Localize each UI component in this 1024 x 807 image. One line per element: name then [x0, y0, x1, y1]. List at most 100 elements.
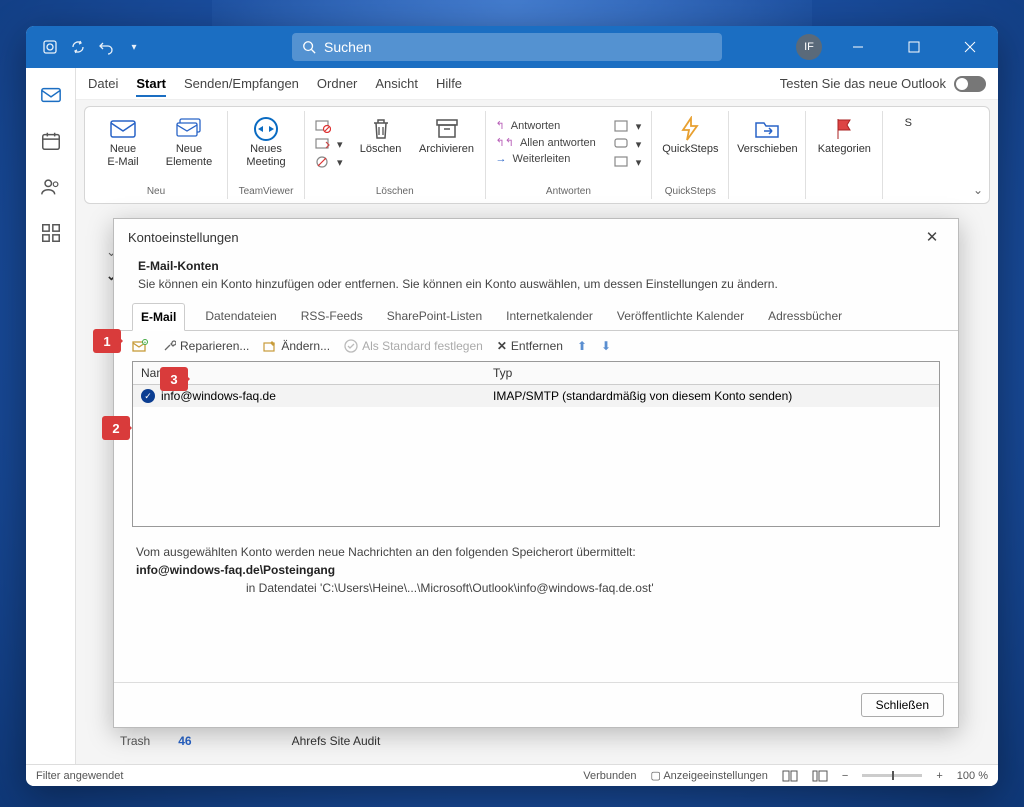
teamviewer-meeting-button[interactable]: Neues Meeting	[238, 113, 294, 168]
svg-text:+: +	[144, 340, 147, 346]
account-type: IMAP/SMTP (standardmäßig von diesem Kont…	[493, 389, 931, 403]
sync-icon[interactable]	[70, 39, 86, 55]
tab-datendateien[interactable]: Datendateien	[201, 303, 280, 330]
archive-button[interactable]: Archivieren	[419, 113, 475, 156]
delete-button[interactable]: Löschen	[353, 113, 409, 156]
view-normal-icon[interactable]	[782, 770, 798, 782]
mail-list-peek: Trash46 Ahrefs Site Audit	[120, 734, 380, 748]
avatar[interactable]: IF	[796, 34, 822, 60]
meeting-reply-button[interactable]: ▾	[614, 119, 642, 133]
default-account-icon: ✓	[141, 389, 155, 403]
menu-senden[interactable]: Senden/Empfangen	[184, 76, 299, 91]
dialog-toolbar: + Reparieren... Ändern... Als Standard f…	[114, 331, 958, 361]
search-icon	[302, 40, 316, 54]
reply-all-button[interactable]: ↰↰Allen antworten	[496, 136, 596, 149]
reply-icon: ↰	[496, 119, 505, 132]
tab-rss[interactable]: RSS-Feeds	[297, 303, 367, 330]
repair-button[interactable]: Reparieren...	[162, 339, 249, 353]
statusbar: Filter angewendet Verbunden ▢ Anzeigeein…	[26, 764, 998, 786]
mail-icon[interactable]	[40, 84, 62, 106]
status-filter: Filter angewendet	[36, 770, 123, 782]
dialog-tabs: E-Mail Datendateien RSS-Feeds SharePoint…	[114, 303, 958, 331]
trash-icon	[367, 117, 395, 141]
menu-datei[interactable]: Datei	[88, 76, 118, 91]
try-new-outlook-label: Testen Sie das neue Outlook	[780, 76, 946, 91]
im-button[interactable]: ▾	[614, 137, 642, 151]
search-placeholder: Suchen	[324, 39, 371, 55]
more-respond-button[interactable]: ▾	[614, 155, 642, 169]
quicksteps-button[interactable]: QuickSteps	[662, 113, 718, 156]
forward-button[interactable]: →Weiterleiten	[496, 153, 596, 165]
account-name: info@windows-faq.de	[161, 389, 276, 403]
remove-icon: ✕	[497, 339, 507, 353]
callout-1: 1	[93, 329, 121, 353]
apps-icon[interactable]	[40, 222, 62, 244]
status-connected: Verbunden	[583, 770, 636, 782]
undo-icon[interactable]	[98, 39, 114, 55]
callout-2: 2	[102, 416, 130, 440]
people-icon[interactable]	[40, 176, 62, 198]
forward-icon: →	[496, 153, 507, 165]
dialog-close-footer-button[interactable]: Schließen	[861, 693, 944, 717]
envelope-icon	[109, 117, 137, 141]
display-settings-button[interactable]: ▢ Anzeigeeinstellungen	[650, 769, 767, 782]
minimize-button[interactable]	[838, 27, 878, 67]
new-mail-button[interactable]: Neue E-Mail	[95, 113, 151, 168]
account-row[interactable]: ✓ info@windows-faq.de IMAP/SMTP (standar…	[133, 385, 939, 407]
tab-email[interactable]: E-Mail	[132, 303, 185, 331]
try-new-outlook-toggle[interactable]	[954, 76, 986, 92]
tab-addressbooks[interactable]: Adressbücher	[764, 303, 846, 330]
tab-internetkalender[interactable]: Internetkalender	[502, 303, 597, 330]
envelope-stack-icon	[175, 117, 203, 141]
dialog-description: Sie können ein Konto hinzufügen oder ent…	[138, 277, 934, 291]
move-down-button[interactable]: ⬇	[601, 339, 611, 353]
menu-start[interactable]: Start	[136, 76, 166, 97]
zoom-out-button[interactable]: −	[842, 770, 848, 782]
reply-button[interactable]: ↰Antworten	[496, 119, 596, 132]
search-input[interactable]: Suchen	[292, 33, 722, 61]
archive-icon	[433, 117, 461, 141]
junk-button[interactable]: ▾	[315, 155, 343, 169]
change-button[interactable]: Ändern...	[263, 339, 330, 353]
titlebar: ▾ Suchen IF	[26, 26, 998, 68]
find-button[interactable]: S	[893, 113, 923, 130]
close-button[interactable]	[950, 27, 990, 67]
dialog-close-button[interactable]: ✕	[920, 225, 944, 249]
zoom-level: 100 %	[957, 770, 988, 782]
menubar: Datei Start Senden/Empfangen Ordner Ansi…	[76, 68, 998, 100]
outlook-icon	[42, 39, 58, 55]
menu-hilfe[interactable]: Hilfe	[436, 76, 462, 91]
flag-icon	[830, 117, 858, 141]
move-up-button[interactable]: ⬆	[577, 339, 587, 353]
move-button[interactable]: Verschieben	[739, 113, 795, 156]
dropdown-icon[interactable]: ▾	[126, 39, 142, 55]
new-items-button[interactable]: Neue Elemente	[161, 113, 217, 168]
remove-button[interactable]: ✕Entfernen	[497, 339, 563, 353]
calendar-icon[interactable]	[40, 130, 62, 152]
categories-button[interactable]: Kategorien	[816, 113, 872, 156]
navigation-rail	[26, 68, 76, 764]
col-header-typ[interactable]: Typ	[485, 362, 939, 384]
account-settings-dialog: Kontoeinstellungen ✕ E-Mail-Konten Sie k…	[113, 218, 959, 728]
lightning-icon	[676, 117, 704, 141]
account-list: Name Typ ✓ info@windows-faq.de IMAP/SMTP…	[132, 361, 940, 527]
ignore-button[interactable]	[315, 119, 343, 133]
tab-published[interactable]: Veröffentlichte Kalender	[613, 303, 748, 330]
ribbon: Neue E-Mail Neue Elemente Neu Neues Mee	[84, 106, 990, 204]
teamviewer-icon	[252, 117, 280, 141]
dialog-heading: E-Mail-Konten	[138, 259, 934, 273]
view-reading-icon[interactable]	[812, 770, 828, 782]
reply-all-icon: ↰↰	[496, 136, 514, 149]
ribbon-expand-icon[interactable]: ⌄	[973, 183, 983, 197]
zoom-in-button[interactable]: +	[936, 770, 942, 782]
dialog-title: Kontoeinstellungen	[128, 230, 239, 245]
delivery-info: Vom ausgewählten Konto werden neue Nachr…	[114, 527, 958, 605]
set-default-button[interactable]: Als Standard festlegen	[344, 339, 483, 353]
new-account-button[interactable]: +	[132, 339, 148, 353]
maximize-button[interactable]	[894, 27, 934, 67]
callout-3: 3	[160, 367, 188, 391]
menu-ansicht[interactable]: Ansicht	[375, 76, 418, 91]
menu-ordner[interactable]: Ordner	[317, 76, 357, 91]
tab-sharepoint[interactable]: SharePoint-Listen	[383, 303, 486, 330]
cleanup-button[interactable]: ▾	[315, 137, 343, 151]
